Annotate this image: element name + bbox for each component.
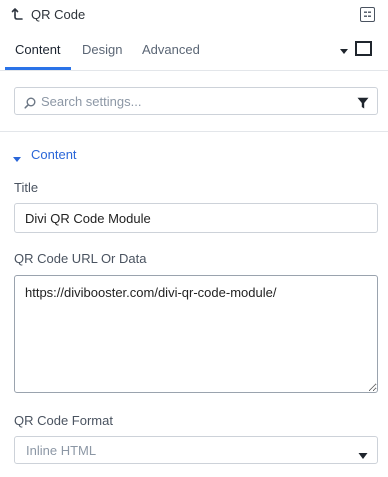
search-input[interactable] bbox=[41, 88, 341, 114]
caret-down-icon[interactable] bbox=[339, 43, 349, 54]
divider bbox=[0, 131, 388, 132]
tab-content[interactable]: Content bbox=[15, 34, 61, 70]
url-label: QR Code URL Or Data bbox=[14, 251, 147, 266]
preset-square-icon[interactable] bbox=[355, 41, 372, 56]
title-input[interactable] bbox=[14, 203, 378, 233]
title-label: Title bbox=[14, 180, 39, 195]
active-tab-indicator bbox=[5, 67, 71, 70]
search-field bbox=[14, 87, 378, 115]
tab-bar: Content Design Advanced bbox=[0, 34, 388, 71]
panel-header: QR Code bbox=[0, 0, 388, 30]
format-select-value: Inline HTML bbox=[26, 443, 97, 458]
tab-advanced[interactable]: Advanced bbox=[142, 34, 200, 70]
search-icon bbox=[24, 96, 36, 109]
panel-title: QR Code bbox=[31, 7, 86, 22]
chevron-down-icon bbox=[358, 447, 368, 459]
settings-panel: QR Code Content Design Advanced Search s… bbox=[0, 0, 388, 477]
module-settings-icon[interactable] bbox=[360, 7, 375, 22]
format-select[interactable]: Inline HTML bbox=[14, 436, 378, 464]
tab-design[interactable]: Design bbox=[82, 34, 122, 70]
filter-icon[interactable] bbox=[357, 96, 369, 109]
url-textarea[interactable]: https://divibooster.com/divi-qr-code-mod… bbox=[14, 275, 378, 393]
format-label: QR Code Format bbox=[14, 413, 113, 428]
caret-down-icon bbox=[12, 150, 22, 162]
back-arrow-icon[interactable] bbox=[11, 7, 25, 21]
section-label: Content bbox=[31, 147, 77, 162]
